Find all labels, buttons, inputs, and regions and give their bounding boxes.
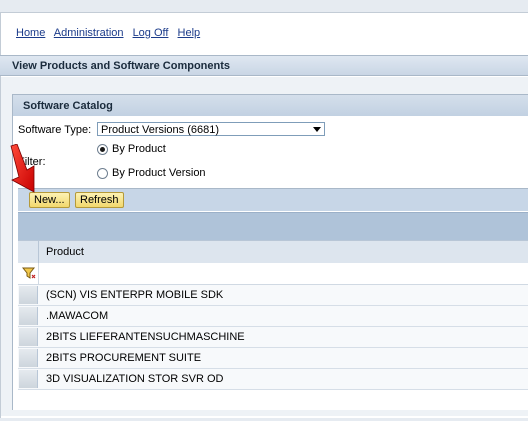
table-filter-row [18, 263, 528, 285]
table-row[interactable]: (SCN) VIS ENTERPR MOBILE SDK [18, 285, 528, 306]
filter-cell[interactable] [18, 263, 39, 284]
red-arrow-annotation-icon [10, 144, 35, 193]
table-header-row: Product [18, 240, 528, 264]
software-type-select[interactable]: Product Versions (6681) [97, 122, 325, 136]
table-title-band [18, 212, 528, 240]
radio-by-product-version-label: By Product Version [112, 167, 206, 179]
help-link[interactable]: Help [178, 27, 201, 39]
home-link[interactable]: Home [16, 27, 45, 39]
row-selector[interactable] [19, 370, 38, 388]
refresh-button[interactable]: Refresh [75, 192, 124, 208]
table-row[interactable]: 3D VISUALIZATION STOR SVR OD [18, 369, 528, 390]
product-cell: .MAWACOM [46, 310, 109, 322]
chevron-down-icon [313, 127, 321, 132]
filter-funnel-icon[interactable] [22, 266, 36, 280]
select-all-cell[interactable] [18, 241, 39, 263]
logoff-link[interactable]: Log Off [133, 27, 169, 39]
product-cell: 2BITS LIEFERANTENSUCHMASCHINE [46, 331, 245, 343]
software-type-selected-value: Product Versions (6681) [101, 124, 220, 136]
row-selector[interactable] [19, 349, 38, 367]
radio-by-product-label: By Product [112, 143, 166, 155]
radio-by-product[interactable] [97, 144, 108, 155]
product-cell: 2BITS PROCUREMENT SUITE [46, 352, 202, 364]
table-row[interactable]: 2BITS LIEFERANTENSUCHMASCHINE [18, 327, 528, 348]
software-type-label: Software Type: [18, 124, 92, 136]
row-selector[interactable] [19, 286, 38, 304]
radio-by-product-version[interactable] [97, 168, 108, 179]
top-nav: Home Administration Log Off Help [16, 27, 206, 39]
administration-link[interactable]: Administration [54, 27, 124, 39]
column-header-product[interactable]: Product [46, 246, 84, 258]
table-row[interactable]: 2BITS PROCUREMENT SUITE [18, 348, 528, 369]
table-row[interactable]: .MAWACOM [18, 306, 528, 327]
section-title: Software Catalog [12, 94, 528, 116]
page-title: View Products and Software Components [0, 55, 528, 76]
product-cell: (SCN) VIS ENTERPR MOBILE SDK [46, 289, 224, 301]
row-selector[interactable] [19, 307, 38, 325]
row-selector[interactable] [19, 328, 38, 346]
page: Home Administration Log Off Help View Pr… [0, 0, 528, 421]
product-cell: 3D VISUALIZATION STOR SVR OD [46, 373, 224, 385]
